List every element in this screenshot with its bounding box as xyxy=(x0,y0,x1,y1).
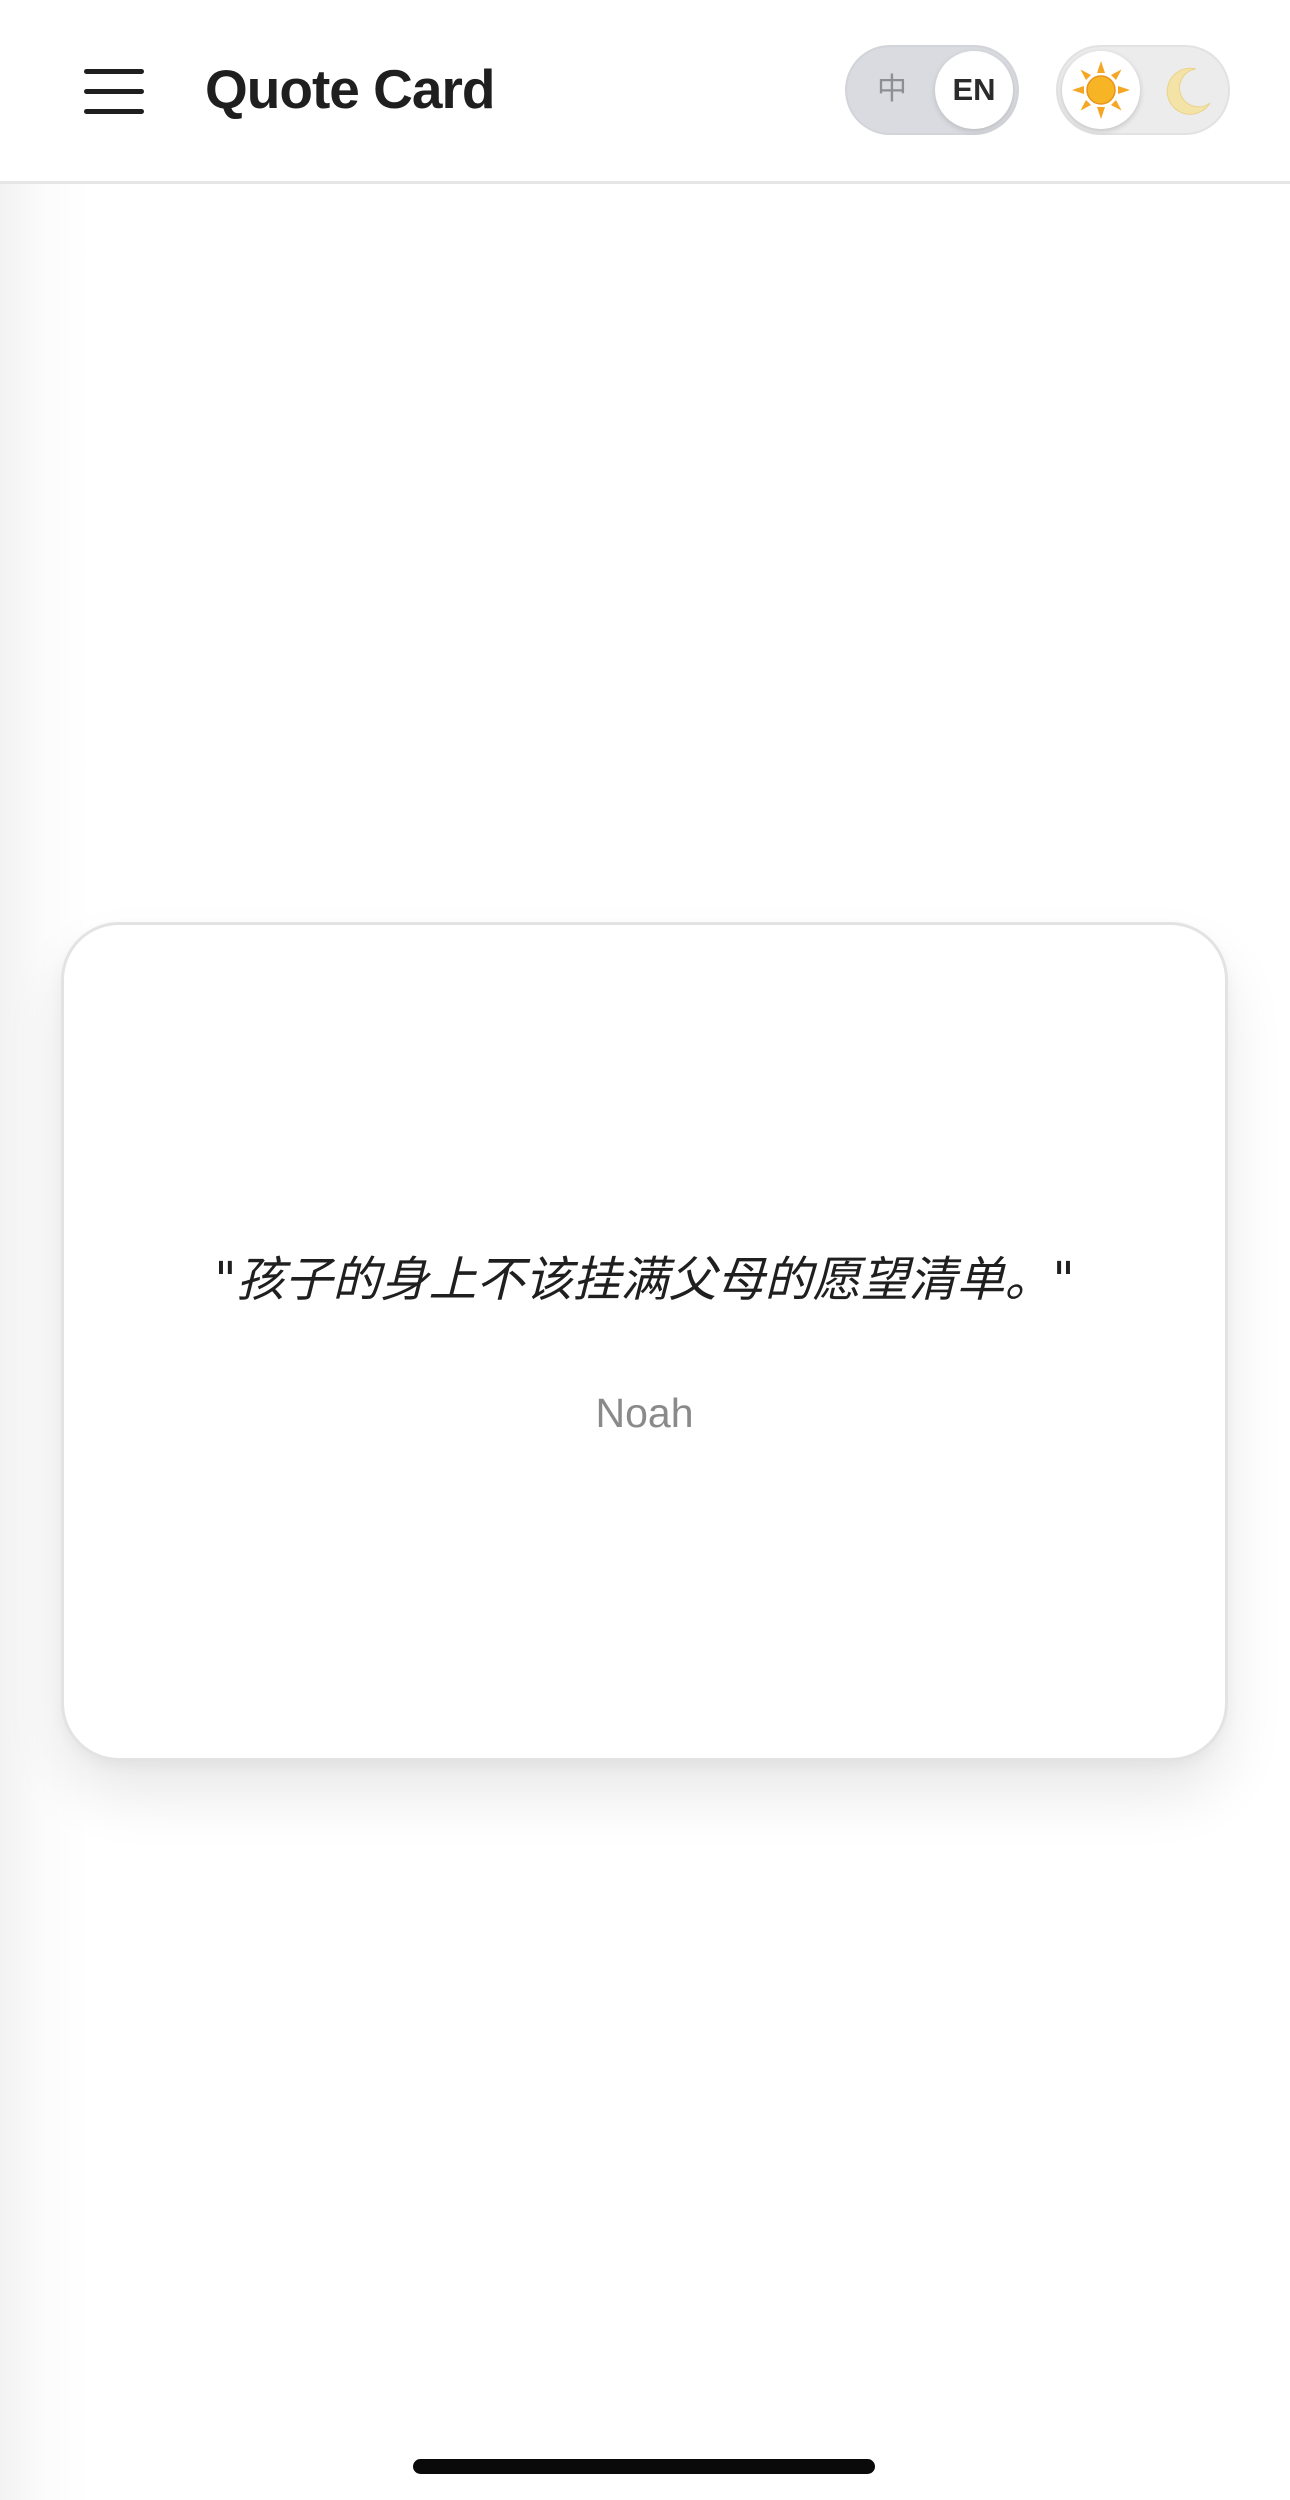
moon-icon xyxy=(1166,67,1211,115)
app-screen: Quote Card 中 EN "孩子的身上不该挂满父母的愿望清单。" Noah xyxy=(0,0,1290,2500)
sun-icon xyxy=(1072,61,1130,119)
quote-card[interactable]: "孩子的身上不该挂满父母的愿望清单。" Noah xyxy=(61,922,1228,1761)
theme-toggle-knob[interactable] xyxy=(1062,51,1140,129)
top-bar: Quote Card 中 EN xyxy=(0,0,1290,184)
menu-line xyxy=(84,69,144,74)
quote-text: "孩子的身上不该挂满父母的愿望清单。" xyxy=(214,1252,1075,1308)
menu-line xyxy=(84,109,144,114)
language-option-zh[interactable]: 中 xyxy=(863,47,921,133)
quote-author: Noah xyxy=(595,1390,694,1436)
home-indicator[interactable] xyxy=(413,2459,875,2474)
theme-toggle[interactable] xyxy=(1056,45,1230,135)
language-toggle[interactable]: 中 EN xyxy=(845,45,1019,135)
language-option-en[interactable]: EN xyxy=(935,51,1013,129)
menu-line xyxy=(84,89,144,94)
hamburger-menu-icon[interactable] xyxy=(68,52,160,132)
page-title: Quote Card xyxy=(205,58,495,120)
